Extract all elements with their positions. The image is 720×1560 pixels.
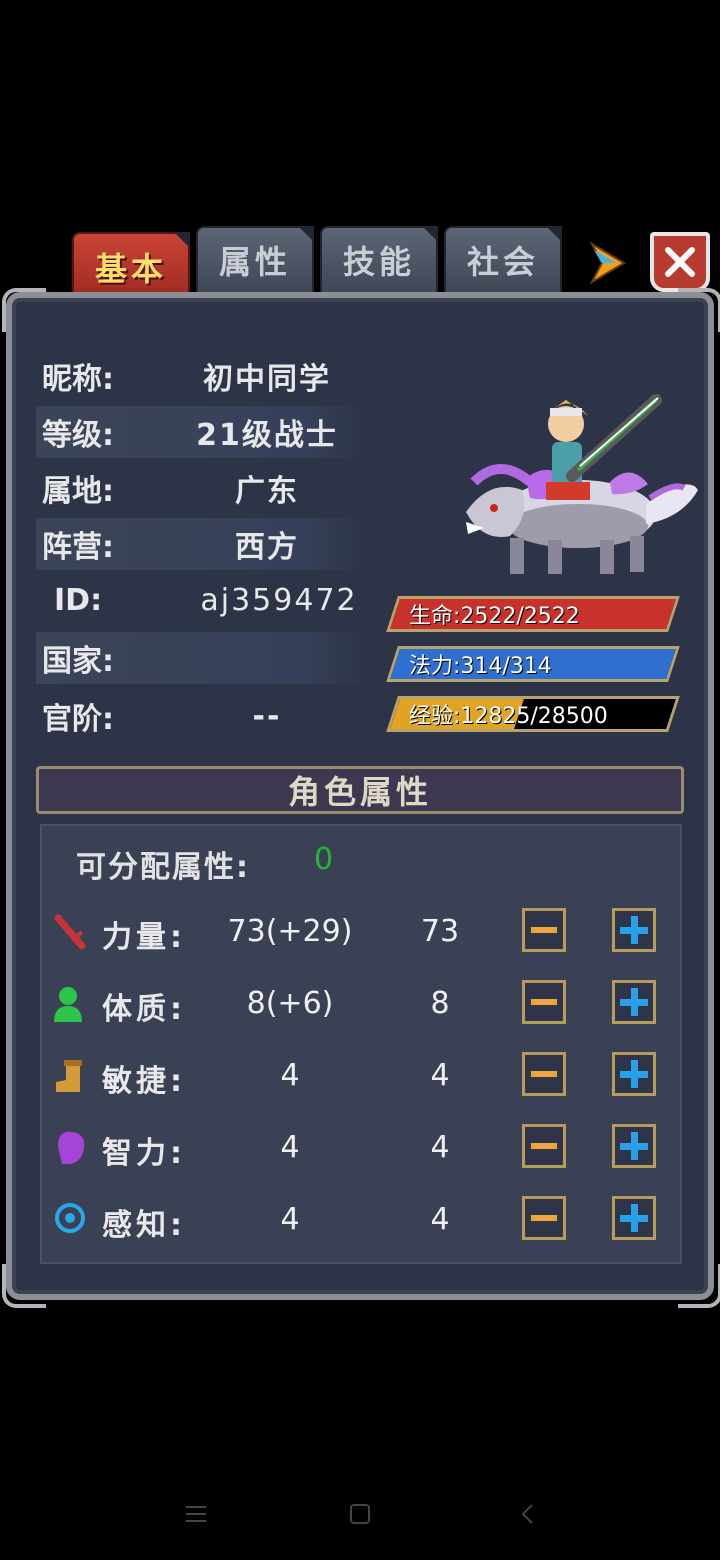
minus-icon: [531, 1215, 557, 1221]
info-value: aj359472: [200, 582, 358, 618]
tab-attributes[interactable]: 属性: [196, 226, 314, 294]
info-value: 21级战士: [196, 418, 338, 453]
mp-bar-text: 法力:314/314: [409, 654, 552, 679]
stat-base: 8: [430, 986, 450, 1021]
plus-icon-vertical: [630, 1060, 638, 1088]
next-arrow-icon[interactable]: [588, 238, 628, 288]
info-label: ID:: [54, 582, 103, 618]
stat-row-constitution: 体质: 8(+6) 8: [50, 976, 670, 1036]
panel-corner-ornament: [678, 1264, 720, 1308]
stat-name: 力量:: [102, 920, 186, 955]
info-country: 国家:: [36, 632, 368, 684]
stat-current: 73(+29): [227, 914, 353, 949]
info-label: 昵称:: [42, 362, 114, 397]
menu-icon[interactable]: [184, 1502, 208, 1526]
plus-icon-vertical: [630, 1204, 638, 1232]
stat-name: 体质:: [102, 992, 186, 1027]
stat-row-agility: 敏捷: 4 4: [50, 1048, 670, 1108]
stat-row-intelligence: 智力: 4 4: [50, 1120, 670, 1180]
info-value: 广东: [235, 474, 299, 509]
screen: 基本 属性 技能 社会 昵称: 初中同学 等级: 21级战士 属地: 广东 阵营…: [0, 0, 720, 1560]
stat-base: 4: [430, 1202, 450, 1237]
stat-name: 敏捷:: [102, 1064, 186, 1099]
stat-row-strength: 力量: 73(+29) 73: [50, 904, 670, 964]
plus-icon-vertical: [630, 988, 638, 1016]
info-label: 等级:: [42, 418, 114, 453]
agility-plus-button[interactable]: [612, 1052, 656, 1096]
allocatable-label: 可分配属性:: [76, 850, 250, 885]
stat-name: 智力:: [102, 1136, 186, 1171]
sword-icon: [54, 914, 86, 950]
attributes-header: 角色属性: [36, 766, 684, 814]
intelligence-minus-button[interactable]: [522, 1124, 566, 1168]
info-id: ID: aj359472: [36, 574, 368, 626]
info-value: 初中同学: [203, 362, 331, 397]
info-label: 阵营:: [42, 530, 114, 565]
stat-base: 4: [430, 1130, 450, 1165]
boot-icon: [56, 1060, 82, 1092]
stat-base: 73: [420, 914, 460, 949]
back-icon[interactable]: [516, 1502, 540, 1526]
eye-ring-icon: [55, 1203, 85, 1233]
info-value: --: [252, 698, 282, 734]
constitution-minus-button[interactable]: [522, 980, 566, 1024]
stat-current: 8(+6): [246, 986, 334, 1021]
info-label: 官阶:: [42, 702, 114, 737]
stat-name: 感知:: [102, 1208, 186, 1243]
attributes-title: 角色属性: [287, 773, 432, 811]
info-label: 国家:: [42, 644, 114, 679]
panel-corner-ornament: [2, 288, 46, 332]
intelligence-plus-button[interactable]: [612, 1124, 656, 1168]
strength-minus-button[interactable]: [522, 908, 566, 952]
info-territory: 属地: 广东: [36, 462, 368, 514]
perception-minus-button[interactable]: [522, 1196, 566, 1240]
mp-bar: 法力:314/314: [386, 646, 680, 682]
system-nav-bar: [0, 1480, 720, 1560]
info-label: 属地:: [42, 474, 114, 509]
plus-icon-vertical: [630, 1132, 638, 1160]
minus-icon: [531, 1071, 557, 1077]
constitution-plus-button[interactable]: [612, 980, 656, 1024]
info-level: 等级: 21级战士: [36, 406, 368, 458]
info-value: 西方: [235, 530, 299, 565]
agility-minus-button[interactable]: [522, 1052, 566, 1096]
info-rank: 官阶: --: [36, 690, 368, 742]
head-icon: [58, 1131, 85, 1164]
stat-current: 4: [280, 1058, 300, 1093]
stat-current: 4: [280, 1202, 300, 1237]
hp-bar: 生命:2522/2522: [386, 596, 680, 632]
plus-icon-vertical: [630, 916, 638, 944]
minus-icon: [531, 927, 557, 933]
stat-current: 4: [280, 1130, 300, 1165]
stat-base: 4: [430, 1058, 450, 1093]
hp-bar-text: 生命:2522/2522: [409, 604, 580, 629]
stat-row-perception: 感知: 4 4: [50, 1192, 670, 1252]
close-icon: [665, 247, 695, 277]
allocatable-value: 0: [314, 842, 334, 877]
perception-plus-button[interactable]: [612, 1196, 656, 1240]
info-nickname: 昵称: 初中同学: [36, 350, 368, 402]
minus-icon: [531, 1143, 557, 1149]
minus-icon: [531, 999, 557, 1005]
person-icon: [54, 987, 82, 1022]
exp-bar: 经验:12825/28500: [386, 696, 680, 732]
tab-social[interactable]: 社会: [444, 226, 562, 294]
tab-skills[interactable]: 技能: [320, 226, 438, 294]
close-button[interactable]: [650, 232, 710, 292]
panel-corner-ornament: [2, 1264, 46, 1308]
home-icon[interactable]: [348, 1502, 372, 1526]
exp-bar-text: 经验:12825/28500: [409, 704, 608, 729]
strength-plus-button[interactable]: [612, 908, 656, 952]
character-avatar: [466, 394, 698, 574]
panel-corner-ornament: [678, 288, 720, 332]
info-camp: 阵营: 西方: [36, 518, 368, 570]
